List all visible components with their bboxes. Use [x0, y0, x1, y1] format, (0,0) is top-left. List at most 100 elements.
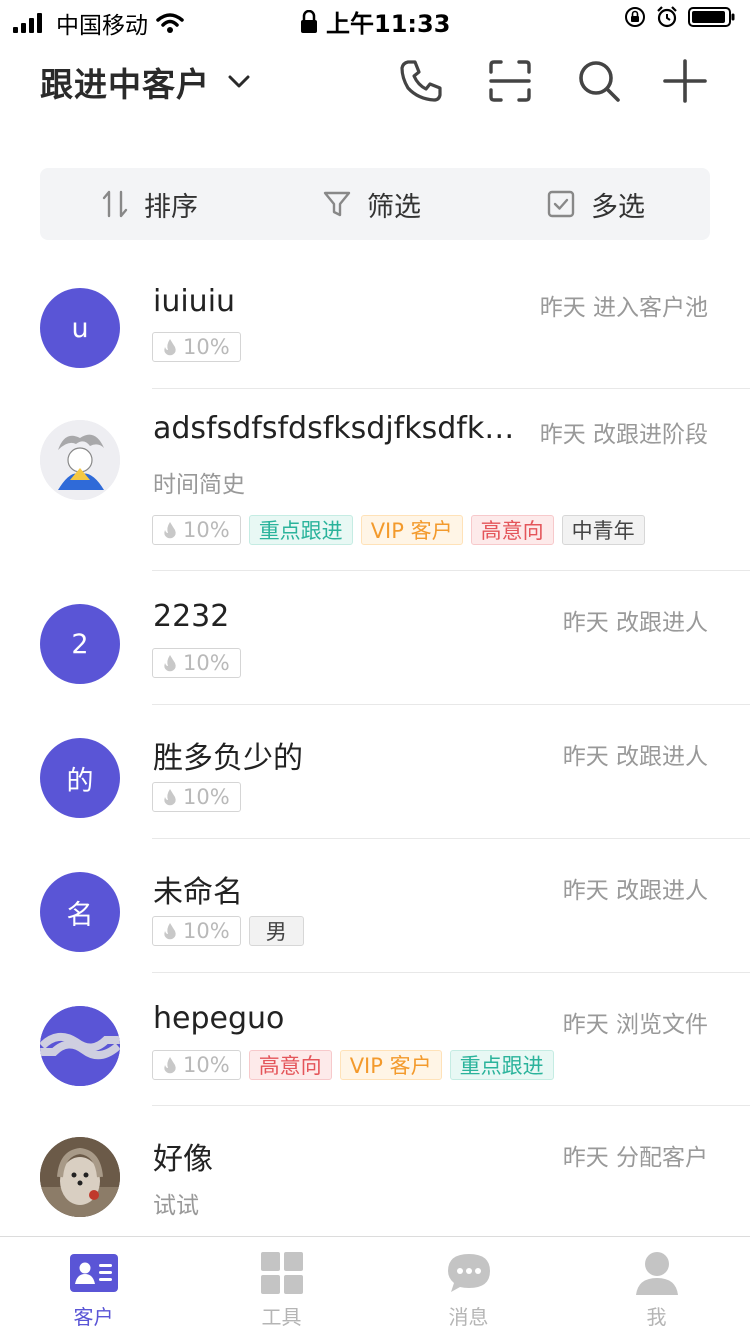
flame-icon: [164, 339, 176, 356]
customer-row[interactable]: 好像 昨天 分配客户 试试: [0, 1106, 750, 1236]
customer-tag: 男: [248, 916, 304, 946]
multiselect-button[interactable]: 多选: [547, 168, 645, 240]
search-icon[interactable]: [576, 58, 622, 104]
flame-icon: [164, 789, 176, 806]
status-bar: 中国移动 上午11:33: [0, 0, 750, 40]
checkbox-icon: [547, 190, 575, 218]
phone-icon[interactable]: [398, 58, 444, 104]
tag-list: 10%: [152, 782, 241, 812]
intent-value: 10%: [183, 785, 230, 809]
last-activity: 昨天 改跟进阶段: [539, 422, 708, 448]
header: 跟进中客户: [0, 50, 750, 120]
customer-row[interactable]: adsfsdfsfdsfksdjfksdfk… 昨天 改跟进阶段 时间简史 10…: [0, 389, 750, 571]
customer-tag: 中青年: [561, 515, 645, 545]
intent-tag: 10%: [152, 782, 241, 812]
avatar: u: [40, 288, 120, 368]
intent-value: 10%: [183, 651, 230, 675]
customer-list: u iuiuiu 昨天 进入客户池 10% adsfsdfsfdsfksdjfk…: [0, 262, 750, 1236]
customer-tag: VIP 客户: [360, 515, 463, 545]
status-time: 上午11:33: [326, 10, 451, 38]
avatar-image: [40, 1137, 120, 1217]
intent-value: 10%: [183, 518, 230, 542]
customer-name: 胜多负少的: [153, 741, 303, 776]
customer-note: 时间简史: [153, 472, 245, 498]
customer-row[interactable]: u iuiuiu 昨天 进入客户池 10%: [0, 262, 750, 389]
customer-name: hepeguo: [153, 1001, 285, 1036]
customer-tag: 高意向: [470, 515, 554, 545]
chevron-down-icon: [228, 75, 250, 88]
tag-list: 10% 重点跟进 VIP 客户 高意向 中青年: [152, 515, 645, 545]
customer-tag: 重点跟进: [248, 515, 353, 545]
tab-messages[interactable]: 消息: [375, 1237, 562, 1335]
last-activity: 昨天 分配客户: [562, 1145, 708, 1171]
avatar: [40, 1137, 120, 1217]
rotation-lock-icon: [625, 7, 645, 27]
list-toolbar: 排序 筛选 多选: [40, 168, 710, 240]
intent-tag: 10%: [152, 332, 241, 362]
sort-label: 排序: [144, 191, 198, 223]
customer-row[interactable]: 名 未命名 昨天 改跟进人 10% 男: [0, 839, 750, 973]
intent-value: 10%: [183, 1053, 230, 1077]
customer-name: 好像: [153, 1142, 213, 1177]
filter-label: 筛选: [367, 191, 421, 223]
customer-name: 2232: [153, 599, 230, 634]
carrier-name: 中国移动: [56, 13, 148, 39]
tab-label: 我: [646, 1305, 667, 1329]
filter-icon: [323, 191, 351, 217]
tab-label: 客户: [73, 1305, 114, 1329]
tab-label: 消息: [448, 1305, 489, 1329]
tag-list: 10% 男: [152, 916, 304, 946]
page-title: 跟进中客户: [40, 65, 210, 104]
customer-note: 试试: [153, 1193, 199, 1219]
grid-icon: [258, 1251, 306, 1295]
flame-icon: [164, 655, 176, 672]
flame-icon: [164, 1057, 176, 1074]
battery-icon: [688, 7, 735, 27]
customer-category-dropdown[interactable]: 跟进中客户: [40, 58, 250, 106]
avatar: [40, 1006, 120, 1086]
intent-tag: 10%: [152, 648, 241, 678]
avatar-image: [40, 420, 120, 500]
tab-bar: 客户 工具 消息 我: [0, 1236, 750, 1335]
signal-icon: [13, 13, 42, 33]
alarm-icon: [657, 6, 677, 28]
flame-icon: [164, 923, 176, 940]
intent-value: 10%: [183, 919, 230, 943]
chat-bubble-icon: [445, 1251, 493, 1295]
filter-button[interactable]: 筛选: [323, 168, 421, 240]
last-activity: 昨天 改跟进人: [562, 878, 708, 904]
sort-icon: [102, 190, 128, 218]
customer-name: adsfsdfsfdsfksdjfksdfk…: [153, 411, 515, 446]
customer-tag: 重点跟进: [449, 1050, 554, 1080]
avatar: 2: [40, 604, 120, 684]
last-activity: 昨天 改跟进人: [562, 610, 708, 636]
customer-row[interactable]: 的 胜多负少的 昨天 改跟进人 10%: [0, 705, 750, 839]
customer-row[interactable]: 2 2232 昨天 改跟进人 10%: [0, 571, 750, 705]
intent-tag: 10%: [152, 515, 241, 545]
multiselect-label: 多选: [591, 191, 645, 223]
sort-button[interactable]: 排序: [102, 168, 198, 240]
tab-me[interactable]: 我: [563, 1237, 750, 1335]
customer-row[interactable]: hepeguo 昨天 浏览文件 10% 高意向 VIP 客户 重点跟进: [0, 973, 750, 1106]
avatar: [40, 420, 120, 500]
intent-tag: 10%: [152, 1050, 241, 1080]
tab-label: 工具: [261, 1305, 302, 1329]
tag-list: 10%: [152, 332, 241, 362]
user-icon: [633, 1251, 681, 1295]
intent-value: 10%: [183, 335, 230, 359]
tab-customers[interactable]: 客户: [0, 1237, 187, 1335]
avatar-logo: [40, 1006, 120, 1086]
customer-tag: VIP 客户: [339, 1050, 442, 1080]
tag-list: 10%: [152, 648, 241, 678]
add-icon[interactable]: [662, 58, 708, 104]
last-activity: 昨天 浏览文件: [562, 1012, 708, 1038]
intent-tag: 10%: [152, 916, 241, 946]
scan-icon[interactable]: [487, 58, 533, 104]
tag-list: 10% 高意向 VIP 客户 重点跟进: [152, 1050, 554, 1080]
last-activity: 昨天 进入客户池: [539, 295, 708, 321]
tab-tools[interactable]: 工具: [188, 1237, 375, 1335]
wifi-icon: [156, 13, 184, 33]
avatar: 的: [40, 738, 120, 818]
contact-card-icon: [69, 1251, 118, 1295]
customer-name: 未命名: [153, 875, 243, 910]
